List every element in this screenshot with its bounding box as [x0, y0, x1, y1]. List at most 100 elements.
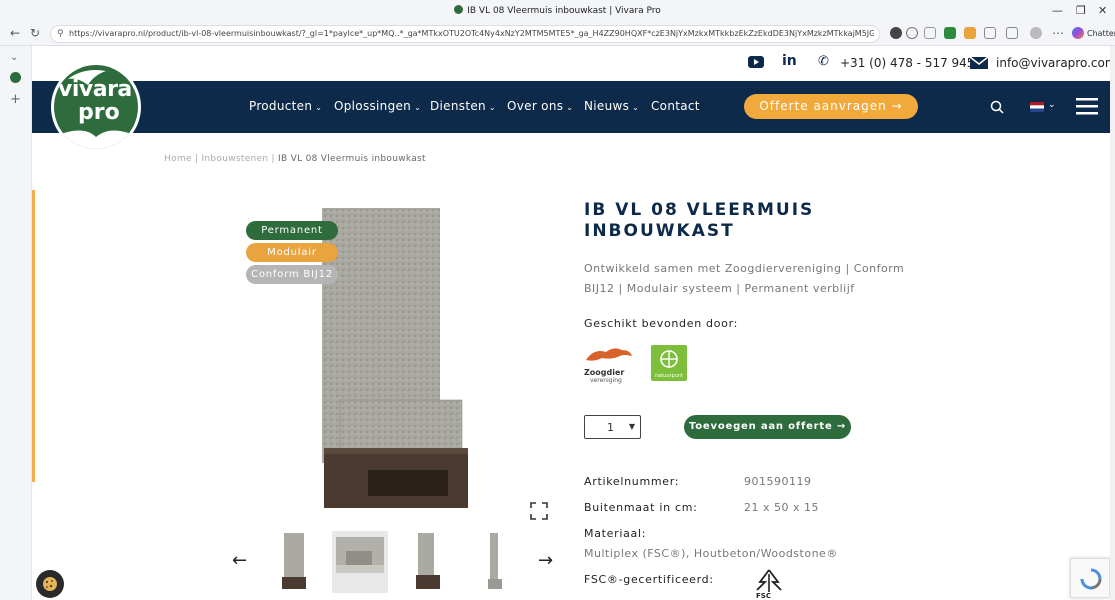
more-menu-icon[interactable]: ⋯	[1052, 26, 1064, 40]
favorite-star-icon[interactable]	[924, 27, 936, 39]
tab-favicon-icon[interactable]	[10, 72, 21, 83]
thumbnail-3[interactable]	[400, 531, 456, 593]
breadcrumb-home[interactable]: Home	[164, 154, 192, 164]
size-value: 21 x 50 x 15	[744, 501, 819, 514]
partner1-name: Zoogdier	[584, 368, 625, 377]
cookie-settings-button[interactable]	[36, 570, 64, 598]
nav-producten-label: Producten	[249, 99, 313, 113]
phone-icon: ✆	[818, 54, 829, 69]
extension-puzzle-icon[interactable]	[984, 27, 996, 39]
flag-nl-icon[interactable]	[1030, 102, 1044, 112]
chevron-down-icon: ⌄	[566, 103, 574, 112]
thumbnail-4[interactable]	[468, 531, 524, 593]
product-title: IB VL 08 VLEERMUIS INBOUWKAST	[584, 200, 884, 242]
language-chevron-icon[interactable]: ⌄	[1048, 100, 1056, 110]
fsc-certified-label: FSC®-gecertificeerd:	[584, 573, 714, 586]
chevron-down-icon: ⌄	[414, 103, 422, 112]
article-number-value: 901590119	[744, 475, 812, 488]
next-arrow-icon[interactable]: →	[538, 550, 553, 571]
main-navigation: Producten ⌄ Oplossingen ⌄ Diensten ⌄ Over o…	[32, 81, 1110, 133]
location-icon[interactable]	[890, 27, 902, 39]
nav-contact[interactable]: Contact	[651, 99, 700, 113]
quantity-value: 1	[607, 421, 614, 434]
zoogdiervereniging-logo: Zoogdier vereniging	[584, 344, 634, 384]
site-logo[interactable]: vivara pro	[51, 62, 141, 152]
chat-label[interactable]: Chatten	[1087, 29, 1115, 38]
product-description-line1: Ontwikkeld samen met Zoogdiervereniging …	[584, 262, 905, 275]
thumbnail-1[interactable]	[266, 531, 322, 593]
profile-avatar[interactable]	[1030, 27, 1042, 39]
nav-diensten[interactable]: Diensten ⌄	[430, 99, 496, 113]
nav-producten[interactable]: Producten ⌄	[249, 99, 322, 113]
site-favicon-icon	[454, 5, 464, 14]
product-description: Ontwikkeld samen met Zoogdiervereniging …	[584, 259, 914, 299]
chevron-down-icon: ⌄	[315, 103, 323, 112]
close-window-icon[interactable]: ✕	[1098, 4, 1107, 17]
suitable-by-label: Geschikt bevonden door:	[584, 317, 739, 330]
badge-permanent: Permanent	[246, 221, 338, 240]
badge-conform-bij12: Conform BIJ12	[246, 265, 338, 284]
globe-icon	[660, 350, 678, 368]
zoom-icon[interactable]	[906, 27, 918, 39]
address-bar-row: ← ↻ ⚲ https://vivarapro.nl/product/ib-vl…	[0, 22, 1115, 46]
chevron-down-icon: ⌄	[632, 103, 640, 112]
url-field[interactable]: ⚲ https://vivarapro.nl/product/ib-vl-08-…	[50, 25, 880, 43]
quantity-select[interactable]: 1 ▼	[584, 415, 641, 439]
chevron-down-icon[interactable]: ⌄	[10, 52, 18, 63]
browser-titlebar: IB VL 08 Vleermuis inbouwkast | Vivara P…	[0, 0, 1115, 22]
phone-link[interactable]: +31 (0) 478 - 517 945	[840, 56, 974, 70]
fsc-logo: FSC	[752, 568, 786, 600]
badge-modulair: Modulair	[246, 243, 338, 262]
article-number-label: Artikelnummer:	[584, 475, 680, 488]
prev-arrow-icon[interactable]: ←	[232, 550, 247, 571]
copilot-icon[interactable]	[1072, 27, 1084, 39]
otter-icon	[586, 348, 632, 361]
new-tab-icon[interactable]: +	[10, 92, 21, 107]
accent-bar	[32, 190, 35, 482]
breadcrumb-separator: |	[191, 154, 202, 164]
product-main-image[interactable]	[318, 208, 468, 513]
tab-title[interactable]: IB VL 08 Vleermuis inbouwkast | Vivara P…	[0, 5, 1115, 16]
size-label: Buitenmaat in cm:	[584, 501, 698, 514]
extension-green-icon[interactable]	[944, 27, 956, 39]
reload-icon[interactable]: ↻	[30, 26, 40, 40]
favorites-icon[interactable]	[1006, 27, 1018, 39]
youtube-icon[interactable]	[748, 56, 764, 68]
cookie-icon	[43, 577, 57, 591]
add-to-quote-button[interactable]: Toevoegen aan offerte →	[684, 415, 851, 439]
search-icon[interactable]	[990, 100, 1004, 114]
minimize-icon[interactable]: —	[1052, 4, 1063, 17]
partner1-sub: vereniging	[590, 377, 622, 384]
browser-sidebar: ⌄ +	[0, 46, 32, 600]
logo-text-vivara: vivara	[58, 77, 132, 102]
material-value: Multiplex (FSC®), Houtbeton/Woodstone®	[584, 547, 838, 560]
restore-icon[interactable]: ❐	[1076, 4, 1086, 17]
thumbnail-2[interactable]	[332, 531, 388, 593]
back-icon[interactable]: ←	[10, 26, 20, 40]
extension-orange-icon[interactable]	[964, 27, 976, 39]
url-text: https://vivarapro.nl/product/ib-vl-08-vl…	[69, 29, 874, 38]
page-scrollbar[interactable]	[1110, 46, 1115, 600]
nav-over-ons[interactable]: Over ons ⌄	[507, 99, 573, 113]
logo-text-pro: pro	[78, 100, 120, 125]
lock-icon: ⚲	[57, 29, 64, 39]
hamburger-menu-icon[interactable]	[1076, 98, 1098, 115]
email-link[interactable]: info@vivarapro.com	[996, 56, 1115, 70]
request-quote-button[interactable]: Offerte aanvragen →	[744, 94, 918, 119]
nav-oplossingen-label: Oplossingen	[334, 99, 412, 113]
nav-over-ons-label: Over ons	[507, 99, 564, 113]
chevron-down-icon: ⌄	[488, 103, 496, 112]
linkedin-icon[interactable]: in	[782, 53, 797, 69]
recaptcha-icon	[1080, 568, 1102, 590]
material-label: Materiaal:	[584, 527, 647, 540]
fsc-mark-text: FSC	[756, 592, 771, 600]
product-description-line2: BIJ12 | Modulair systeem | Permanent ver…	[584, 282, 855, 295]
site-topbar: in ✆ +31 (0) 478 - 517 945 info@vivarapr…	[32, 46, 1115, 81]
breadcrumb-category[interactable]: Inbouwstenen	[201, 154, 268, 164]
tab-title-text: IB VL 08 Vleermuis inbouwkast | Vivara P…	[467, 6, 661, 16]
recaptcha-badge[interactable]	[1070, 558, 1110, 598]
nav-oplossingen[interactable]: Oplossingen ⌄	[334, 99, 421, 113]
expand-icon[interactable]	[530, 502, 548, 520]
nav-nieuws[interactable]: Nieuws ⌄	[584, 99, 639, 113]
email-icon	[970, 57, 988, 69]
